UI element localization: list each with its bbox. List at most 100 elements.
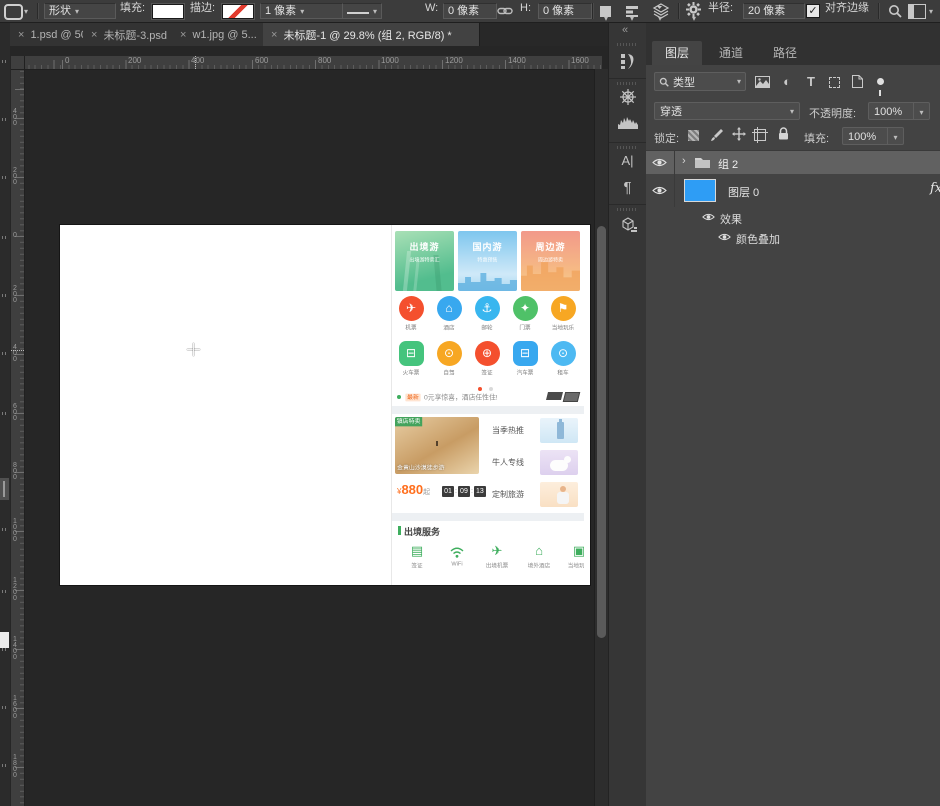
layer-row-effects[interactable]: 效果: [646, 207, 940, 227]
service-tickets[interactable]: ✦ 门票: [506, 296, 544, 333]
layer-thumbnail[interactable]: [684, 179, 716, 202]
shape-width-input[interactable]: 0 像素: [443, 3, 497, 19]
service-bus[interactable]: ⊟ 汽车票: [506, 341, 544, 378]
filter-pin-toggle-icon[interactable]: [870, 73, 890, 96]
notice-bar[interactable]: 最新 0元享惊喜，酒店任性住!: [392, 389, 584, 405]
visibility-eye-icon[interactable]: [718, 232, 731, 242]
banner-domestic: 国内游 特惠预售: [458, 231, 517, 291]
shape-height-input[interactable]: 0 像素: [538, 3, 592, 19]
service-hotel[interactable]: ⌂ 酒店: [430, 296, 468, 333]
artboard[interactable]: 出境游 出境游特卖汇 国内游 特惠预售 周边游 周边游特卖 ✈ 机票 ⌂ 酒店 ⚓ 邮…: [60, 225, 590, 585]
effects-label[interactable]: 效果: [720, 211, 742, 227]
visibility-eye-icon[interactable]: [702, 212, 715, 222]
globe-icon: ⊕: [474, 341, 500, 366]
navigator-panel-icon[interactable]: [609, 88, 646, 106]
filter-smart-objects-icon[interactable]: [847, 73, 867, 91]
visibility-eye-icon[interactable]: [652, 157, 667, 168]
outbound-flight[interactable]: ✈ 出境机票: [480, 543, 514, 571]
group-name[interactable]: 组 2: [718, 156, 738, 172]
filter-adjustment-layers-icon[interactable]: ◐: [777, 73, 797, 91]
lock-transparency-icon[interactable]: [688, 130, 699, 141]
train-icon: ⊟: [398, 341, 424, 366]
promo-link-custom[interactable]: 定制旅游: [492, 481, 580, 509]
brush-settings-panel-icon[interactable]: [609, 52, 646, 70]
panel-grip[interactable]: [0, 478, 9, 500]
outbound-hotel[interactable]: ⌂ 境外酒店: [522, 543, 556, 571]
layer-name[interactable]: 图层 0: [728, 184, 759, 200]
radius-input[interactable]: 20 像素: [743, 3, 805, 19]
layer-effects-fx-badge[interactable]: fx: [930, 181, 940, 196]
color-overlay-label[interactable]: 颜色叠加: [736, 231, 780, 247]
blend-mode-select[interactable]: 穿透 ▾: [654, 102, 800, 120]
filter-type-layers-icon[interactable]: T: [801, 73, 821, 91]
search-icon[interactable]: [888, 4, 902, 18]
stroke-size-select[interactable]: 1 像素: [260, 3, 344, 19]
tab-paths[interactable]: 路径: [760, 41, 810, 65]
lock-all-padlock-icon[interactable]: [778, 127, 789, 140]
opacity-dropdown-icon[interactable]: ▾: [914, 102, 930, 120]
expand-group-chevron-icon[interactable]: ›: [682, 155, 686, 167]
canvas-area[interactable]: 0 200 400 600 800 1000 1200 1400 1600 60…: [10, 46, 608, 806]
panel-grip-active[interactable]: [0, 632, 9, 648]
horizontal-ruler[interactable]: 0 200 400 600 800 1000 1200 1400 1600: [24, 56, 602, 70]
lock-paint-brush-icon[interactable]: [710, 128, 723, 142]
close-tab-icon[interactable]: ×: [91, 29, 97, 41]
tab-layers[interactable]: 图层: [652, 41, 702, 65]
workspace-switcher-icon[interactable]: [908, 4, 926, 19]
layer-row-group2[interactable]: › 组 2: [646, 151, 940, 174]
paragraph-panel-icon[interactable]: ¶: [609, 179, 646, 196]
promo-link-expert[interactable]: 牛人专线: [492, 449, 580, 477]
banner-subtitle: 出境游特卖汇: [409, 257, 440, 263]
service-train[interactable]: ⊟ 火车票: [392, 341, 430, 378]
stroke-style-select[interactable]: [342, 3, 382, 19]
service-flight[interactable]: ✈ 机票: [392, 296, 430, 333]
stroke-swatch[interactable]: [222, 4, 254, 19]
cursor-position-marker: [11, 350, 24, 351]
layer-row-color-overlay[interactable]: 颜色叠加: [646, 227, 940, 247]
promo-card[interactable]: 镇店特卖 金黄山沙漠徒步游: [395, 417, 479, 474]
layer-row-layer0[interactable]: 图层 0 fx: [646, 174, 940, 208]
service-visa[interactable]: ⊕ 签证: [468, 341, 506, 378]
doc-tab-4-active[interactable]: × 未标题-1 @ 29.8% (组 2, RGB/8) *: [263, 23, 480, 46]
close-tab-icon[interactable]: ×: [180, 29, 186, 41]
outbound-local[interactable]: ▣ 当地玩乐: [562, 543, 584, 571]
scrollbar-thumb[interactable]: [597, 226, 606, 638]
service-cruise[interactable]: ⚓ 邮轮: [468, 296, 506, 333]
close-tab-icon[interactable]: ×: [18, 29, 24, 41]
promo-caption: 金黄山沙漠徒步游: [397, 465, 445, 472]
link-dimensions-icon[interactable]: [497, 5, 513, 17]
promo-link-seasonal[interactable]: 当季热推: [492, 417, 580, 445]
layer-filter-type-select[interactable]: 类型 ▾: [654, 72, 746, 91]
close-tab-icon[interactable]: ×: [271, 29, 277, 41]
lock-artboard-icon[interactable]: [752, 127, 768, 143]
filter-pixel-layers-icon[interactable]: [752, 73, 772, 91]
lock-position-move-icon[interactable]: [732, 127, 746, 141]
tool-mode-select[interactable]: 形状: [44, 3, 116, 19]
align-edges-checkbox[interactable]: ✓: [806, 4, 820, 18]
outbound-wifi[interactable]: WiFi: [440, 543, 474, 568]
tab-channels[interactable]: 通道: [706, 41, 756, 65]
histogram-panel-icon[interactable]: [609, 115, 646, 129]
vertical-ruler[interactable]: 600 400 200 0 200 400 600 800 1000 1200 …: [11, 69, 25, 806]
outbound-visa[interactable]: ▤ 签证: [400, 543, 434, 571]
tool-preset-dropdown-icon[interactable]: ▾: [24, 7, 28, 16]
character-panel-icon[interactable]: A|: [609, 153, 646, 168]
outbound-label: 当地玩乐: [567, 563, 584, 570]
fill-input[interactable]: 100%: [842, 127, 888, 145]
canvas-vertical-scrollbar[interactable]: [594, 69, 608, 806]
fill-swatch[interactable]: [152, 4, 184, 19]
rounded-rectangle-tool-icon[interactable]: [4, 4, 23, 20]
photoshop-window: ▾ 形状 填充: 描边: 1 像素 W: 0 像素 H: 0 像素 ▾ ▾ ▾ …: [0, 0, 940, 806]
visibility-eye-icon[interactable]: [652, 185, 667, 196]
workspace-dropdown-icon[interactable]: ▾: [929, 7, 933, 16]
3d-panel-icon[interactable]: [609, 216, 646, 234]
opacity-input[interactable]: 100%: [868, 102, 914, 120]
service-local-fun[interactable]: ⚑ 当地玩乐: [544, 296, 582, 333]
service-label: 火车票: [402, 370, 420, 377]
service-self-drive[interactable]: ⊙ 自驾: [430, 341, 468, 378]
fill-dropdown-icon[interactable]: ▾: [888, 127, 904, 145]
service-rent-car[interactable]: ⊙ 租车: [544, 341, 582, 378]
filter-shape-layers-icon[interactable]: [824, 73, 844, 91]
flight-icon: ✈: [398, 296, 424, 321]
collapse-panels-icon[interactable]: «: [622, 24, 628, 36]
